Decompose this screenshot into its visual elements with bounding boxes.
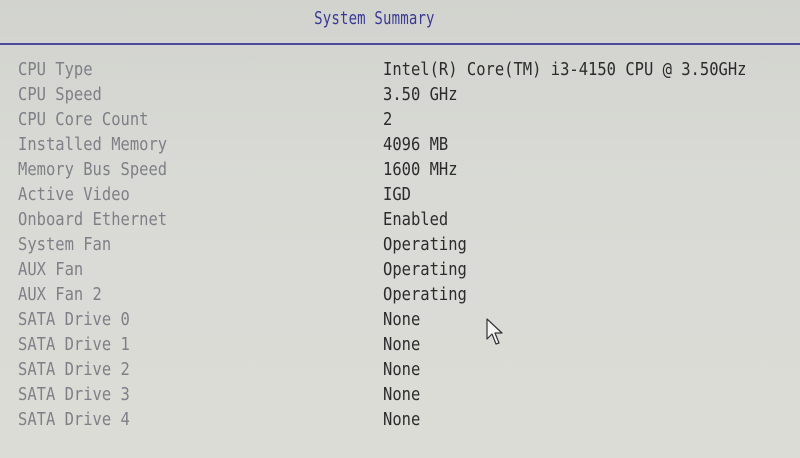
summary-value: None bbox=[383, 309, 421, 330]
summary-row-system-fan: System Fan Operating bbox=[0, 232, 800, 257]
mouse-pointer-icon bbox=[486, 318, 503, 345]
summary-value: 2 bbox=[383, 109, 393, 130]
summary-value: IGD bbox=[383, 184, 411, 205]
summary-label: SATA Drive 1 bbox=[18, 334, 130, 355]
summary-value: Operating bbox=[383, 284, 467, 305]
summary-value: 3.50 GHz bbox=[383, 84, 458, 105]
summary-label: Onboard Ethernet bbox=[18, 209, 168, 230]
summary-value: Operating bbox=[383, 259, 467, 280]
summary-label: CPU Type bbox=[18, 59, 93, 80]
summary-row-aux-fan: AUX Fan Operating bbox=[0, 257, 800, 282]
page-title: System Summary bbox=[314, 8, 435, 29]
summary-label: SATA Drive 3 bbox=[18, 384, 130, 405]
summary-row-aux-fan-2: AUX Fan 2 Operating bbox=[0, 282, 800, 307]
summary-label: System Fan bbox=[18, 234, 112, 255]
summary-value: None bbox=[383, 384, 421, 405]
bios-screen: System Summary CPU Type Intel(R) Core(TM… bbox=[0, 0, 800, 458]
summary-label: SATA Drive 2 bbox=[18, 359, 130, 380]
summary-list: CPU Type Intel(R) Core(TM) i3-4150 CPU @… bbox=[0, 57, 800, 432]
summary-row-sata-drive-4: SATA Drive 4 None bbox=[0, 407, 800, 432]
summary-label: AUX Fan 2 bbox=[18, 284, 102, 305]
summary-row-installed-memory: Installed Memory 4096 MB bbox=[0, 132, 800, 157]
summary-value: Enabled bbox=[383, 209, 449, 230]
summary-row-memory-bus-speed: Memory Bus Speed 1600 MHz bbox=[0, 157, 800, 182]
summary-row-cpu-speed: CPU Speed 3.50 GHz bbox=[0, 82, 800, 107]
summary-label: AUX Fan bbox=[18, 259, 84, 280]
summary-value: None bbox=[383, 409, 421, 430]
summary-row-sata-drive-3: SATA Drive 3 None bbox=[0, 382, 800, 407]
summary-value: Operating bbox=[383, 234, 467, 255]
summary-label: Installed Memory bbox=[18, 134, 168, 155]
summary-label: CPU Speed bbox=[18, 84, 102, 105]
summary-value: 4096 MB bbox=[383, 134, 449, 155]
summary-row-sata-drive-1: SATA Drive 1 None bbox=[0, 332, 800, 357]
summary-value: 1600 MHz bbox=[383, 159, 458, 180]
header: System Summary bbox=[0, 0, 800, 45]
summary-row-cpu-core-count: CPU Core Count 2 bbox=[0, 107, 800, 132]
summary-row-cpu-type: CPU Type Intel(R) Core(TM) i3-4150 CPU @… bbox=[0, 57, 800, 82]
summary-row-onboard-ethernet: Onboard Ethernet Enabled bbox=[0, 207, 800, 232]
summary-label: SATA Drive 4 bbox=[18, 409, 130, 430]
summary-row-active-video: Active Video IGD bbox=[0, 182, 800, 207]
summary-label: CPU Core Count bbox=[18, 109, 149, 130]
summary-row-sata-drive-2: SATA Drive 2 None bbox=[0, 357, 800, 382]
header-divider bbox=[0, 43, 800, 45]
summary-value: Intel(R) Core(TM) i3-4150 CPU @ 3.50GHz bbox=[383, 59, 747, 80]
summary-label: SATA Drive 0 bbox=[18, 309, 130, 330]
summary-row-sata-drive-0: SATA Drive 0 None bbox=[0, 307, 800, 332]
summary-label: Active Video bbox=[18, 184, 130, 205]
summary-value: None bbox=[383, 359, 421, 380]
summary-label: Memory Bus Speed bbox=[18, 159, 168, 180]
summary-value: None bbox=[383, 334, 421, 355]
